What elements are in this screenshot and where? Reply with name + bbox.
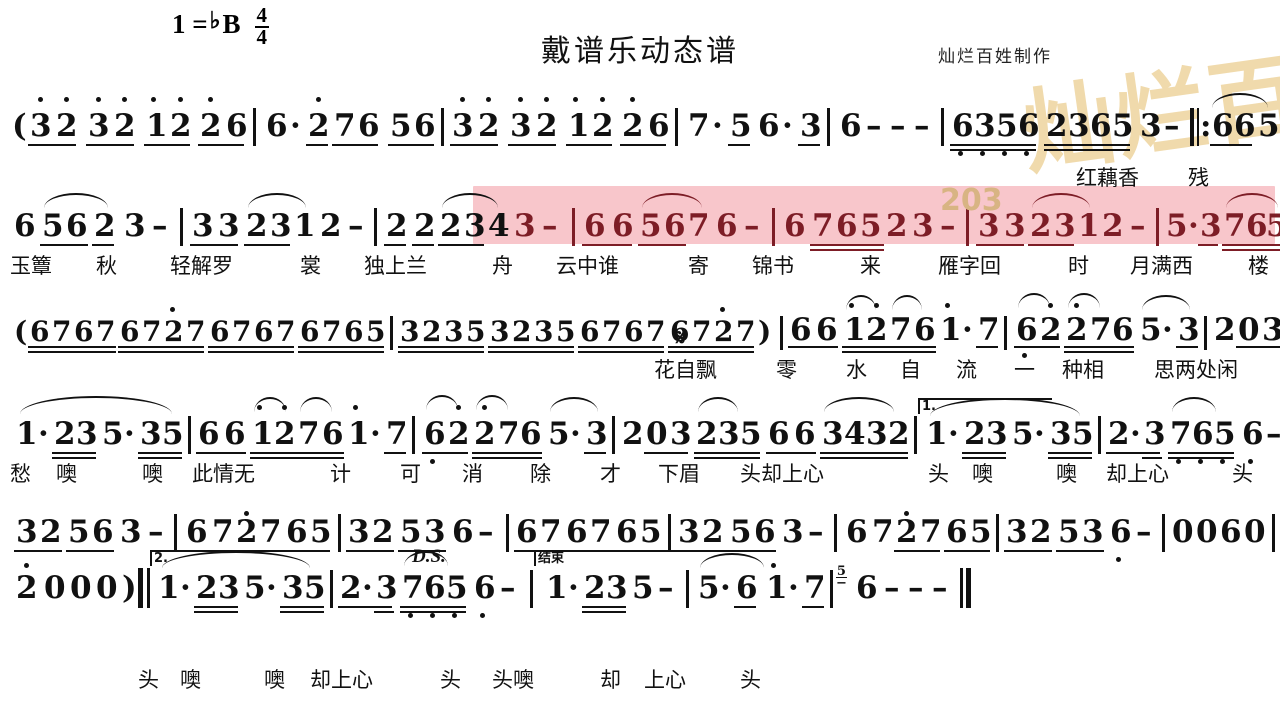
note-row-4: 1 · 23 5 · 35 6 6 1 2 7 6 1 · 7 6 2 2 7 … — [0, 395, 1280, 464]
staff-line-4: 1 · 23 5 · 35 6 6 1 2 7 6 1 · 7 6 2 2 7 … — [0, 395, 1280, 490]
lyrics-row-2: 玉簟秋 轻解罗裳 独上兰舟 云中谁寄 锦书来 雁字回时 月满西楼 — [10, 254, 1269, 278]
staff-line-2: 6 5 6 2 3 – 3 3 2 3 1 2 – 2 2 2 3 4 3 – … — [0, 193, 1280, 282]
score-sheet: 灿烂百姓 1 = ♭ B 4 4 戴谱乐动态谱 灿烂百姓制作 203 ( 3 2 3… — [0, 0, 1280, 720]
note-row-1: ( 3 2 3 2 1 2 2 6 6 · 2 7 6 5 6 3 2 3 2 … — [0, 93, 1280, 156]
note-row-3: ( 67 67 67 2 7 67 67 67 65 32 35 32 35 6… — [0, 293, 1280, 358]
staff-line-3: ( 67 67 67 2 7 67 67 67 65 32 35 32 35 6… — [0, 293, 1280, 386]
note-row-2: 6 5 6 2 3 – 3 3 2 3 1 2 – 2 2 2 3 4 3 – … — [0, 193, 1280, 251]
credit-text: 灿烂百姓制作 — [938, 47, 1052, 67]
staff-line-6: 2 0 0 0 ) 2. 1 · 23 5 · 35 2 · 3 7 6 5 6… — [0, 546, 1280, 692]
triplet-5-marking: 5− — [836, 563, 847, 592]
ending-label: 结束 — [538, 551, 565, 566]
staff-line-1: ( 3 2 3 2 1 2 2 6 6 · 2 7 6 5 6 3 2 3 2 … — [0, 93, 1280, 156]
lyrics-row-4: 愁噢 噢 此情无计 可消 除 才下眉 头却上心 头噢 噢 却上心 头 — [10, 462, 1253, 486]
note-row-6: 2 0 0 0 ) 2. 1 · 23 5 · 35 2 · 3 7 6 5 6… — [0, 546, 1280, 618]
lyrics-row-6: 头噢 噢 却上心 头 头噢 却上心 头 — [138, 668, 761, 692]
page-title: 戴谱乐动态谱 — [541, 34, 739, 69]
ds-marking: D.S. — [412, 546, 446, 567]
lyrics-row-3: 花自飘零 水自流 一种相 思两处闲 — [654, 358, 1238, 382]
segno-icon: 𝄋 — [676, 326, 686, 351]
